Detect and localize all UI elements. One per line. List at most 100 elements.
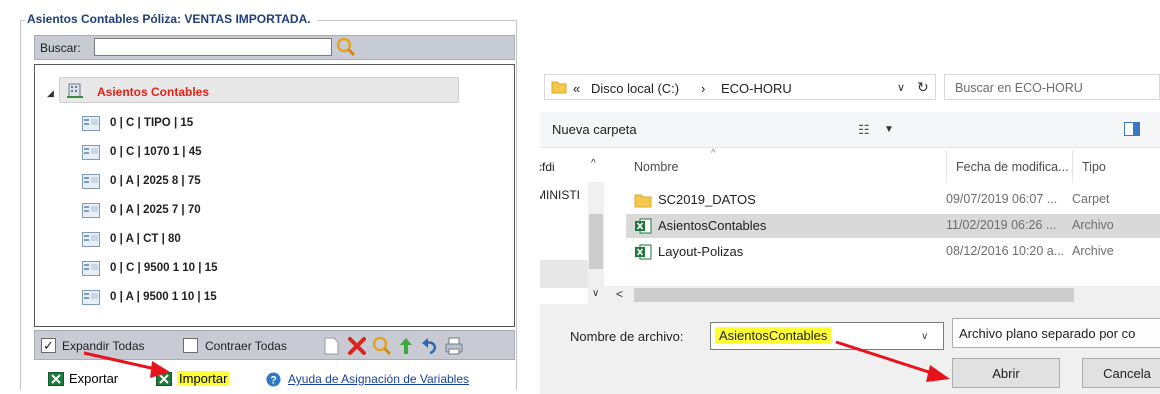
open-file-dialog: « Disco local (C:) › ECO-HORU ∨ ↻ Buscar…	[540, 64, 1160, 394]
help-icon: ?	[266, 372, 281, 387]
breadcrumb-drive[interactable]: Disco local (C:)	[591, 81, 679, 96]
tree-item-label: 0 | A | CT | 80	[110, 233, 181, 245]
search-placeholder: Buscar en ECO-HORU	[955, 81, 1083, 95]
nav-item[interactable]: MINISTI	[540, 188, 580, 202]
folder-icon	[551, 81, 567, 94]
scroll-up-arrow[interactable]: ^	[591, 158, 596, 169]
tree-toolbar: ✓ Expandir Todas Contraer Todas	[34, 330, 515, 360]
tree-item-label: 0 | A | 9500 1 10 | 15	[110, 291, 217, 303]
horizontal-scrollbar[interactable]: ∨ <	[588, 286, 1160, 304]
nav-selected-item	[540, 260, 588, 288]
address-bar[interactable]: « Disco local (C:) › ECO-HORU ∨ ↻	[544, 74, 936, 100]
column-name-header[interactable]: Nombre	[634, 160, 678, 174]
svg-text:?: ?	[270, 375, 277, 387]
panel-title: Asientos Contables Póliza: VENTAS IMPORT…	[25, 12, 317, 26]
file-row[interactable]: Layout-Polizas 08/12/2016 10:20 a... Arc…	[626, 240, 1160, 264]
open-button[interactable]: Abrir	[952, 358, 1060, 388]
column-divider[interactable]	[1072, 150, 1073, 182]
cancel-button[interactable]: Cancela	[1082, 358, 1160, 388]
view-options-icon[interactable]: ☷	[858, 122, 870, 138]
record-icon	[82, 174, 100, 189]
scrollbar-thumb[interactable]	[634, 288, 1074, 302]
move-up-icon[interactable]	[395, 335, 417, 357]
tree-item-label: 0 | C | TIPO | 15	[110, 117, 194, 129]
search-label: Buscar:	[40, 41, 81, 55]
column-divider[interactable]	[946, 150, 947, 182]
file-type: Carpet	[1072, 192, 1110, 206]
tree-item[interactable]: 0 | C | 1070 1 | 45	[82, 144, 382, 164]
excel-icon	[156, 372, 172, 386]
refresh-icon[interactable]: ↻	[917, 79, 929, 96]
breadcrumb-separator: ›	[701, 81, 706, 96]
folder-icon	[634, 194, 652, 208]
new-folder-button[interactable]: Nueva carpeta	[552, 122, 637, 137]
search-icon[interactable]	[371, 335, 393, 357]
delete-icon[interactable]	[346, 335, 368, 357]
breadcrumb-folder[interactable]: ECO-HORU	[721, 81, 792, 96]
tree-root-label: Asientos Contables	[97, 85, 210, 99]
tree-item[interactable]: 0 | C | 9500 1 10 | 15	[82, 260, 382, 280]
file-row[interactable]: SC2019_DATOS 09/07/2019 06:07 ... Carpet	[626, 188, 1160, 212]
file-name: SC2019_DATOS	[658, 192, 756, 207]
tree-item[interactable]: 0 | A | 9500 1 10 | 15	[82, 289, 382, 309]
record-icon	[82, 203, 100, 218]
tree-item[interactable]: 0 | A | 2025 7 | 70	[82, 202, 382, 222]
new-document-icon[interactable]	[320, 335, 342, 357]
folder-search-input[interactable]: Buscar en ECO-HORU	[944, 74, 1160, 100]
filename-value: AsientosContables	[715, 327, 832, 344]
tree-item-label: 0 | C | 1070 1 | 45	[110, 146, 202, 158]
record-icon	[82, 145, 100, 160]
record-icon	[82, 116, 100, 131]
import-link[interactable]: Importar	[177, 371, 230, 386]
file-name: AsientosContables	[658, 218, 767, 233]
breadcrumb-overflow[interactable]: «	[573, 81, 580, 96]
excel-csv-icon	[635, 244, 652, 260]
preview-pane-icon[interactable]	[1124, 122, 1140, 136]
print-icon[interactable]	[443, 335, 465, 357]
chevron-down-icon[interactable]: ▼	[884, 124, 894, 135]
file-date: 11/02/2019 06:26 ...	[946, 218, 1057, 232]
nav-scrollbar-thumb[interactable]	[589, 214, 603, 269]
record-icon	[82, 232, 100, 247]
file-date: 08/12/2016 10:20 a...	[946, 244, 1065, 258]
collapse-arrow-icon[interactable]: ◢	[47, 88, 54, 99]
file-name: Layout-Polizas	[658, 244, 744, 259]
collapse-all-label: Contraer Todas	[205, 339, 287, 353]
filename-label: Nombre de archivo:	[570, 329, 684, 344]
scroll-down-arrow[interactable]: ∨	[592, 288, 599, 299]
record-icon	[82, 290, 100, 305]
filename-input[interactable]: AsientosContables ∨	[710, 322, 944, 350]
tree-view: ◢ Asientos Contables 0 | C | TIPO | 15 0…	[34, 64, 515, 327]
building-icon	[67, 83, 83, 98]
file-type: Archivo	[1072, 218, 1114, 232]
command-bar: Nueva carpeta ☷ ▼	[540, 112, 1160, 148]
tree-item[interactable]: 0 | C | TIPO | 15	[82, 115, 382, 135]
chevron-down-icon[interactable]: ∨	[921, 331, 928, 342]
expand-all-label: Expandir Todas	[62, 339, 145, 353]
undo-icon[interactable]	[419, 335, 441, 357]
column-date-header[interactable]: Fecha de modifica...	[956, 160, 1069, 174]
help-link[interactable]: Ayuda de Asignación de Variables	[288, 372, 469, 386]
filetype-select[interactable]: Archivo plano separado por co	[952, 318, 1160, 348]
dialog-footer: Nombre de archivo: AsientosContables ∨ A…	[540, 304, 1160, 394]
search-input[interactable]	[94, 38, 332, 56]
column-type-header[interactable]: Tipo	[1082, 160, 1106, 174]
nav-item[interactable]: cfdi	[540, 160, 555, 174]
excel-icon	[48, 372, 64, 386]
file-row-selected[interactable]: AsientosContables 11/02/2019 06:26 ... A…	[626, 214, 1160, 238]
tree-item-label: 0 | C | 9500 1 10 | 15	[110, 262, 218, 274]
tree-item[interactable]: 0 | A | CT | 80	[82, 231, 382, 251]
search-icon[interactable]	[335, 36, 357, 58]
expand-all-checkbox[interactable]: ✓	[41, 338, 56, 353]
chevron-down-icon[interactable]: ∨	[897, 81, 905, 94]
file-date: 09/07/2019 06:07 ...	[946, 192, 1058, 206]
export-link[interactable]: Exportar	[69, 371, 118, 386]
collapse-all-checkbox[interactable]	[183, 338, 198, 353]
tree-item-label: 0 | A | 2025 7 | 70	[110, 204, 201, 216]
excel-csv-icon	[635, 218, 652, 234]
filetype-value: Archivo plano separado por co	[959, 326, 1136, 341]
scroll-left-arrow[interactable]: <	[616, 287, 623, 301]
search-bar: Buscar:	[34, 35, 515, 60]
tree-item[interactable]: 0 | A | 2025 8 | 75	[82, 173, 382, 193]
tree-item-label: 0 | A | 2025 8 | 75	[110, 175, 201, 187]
